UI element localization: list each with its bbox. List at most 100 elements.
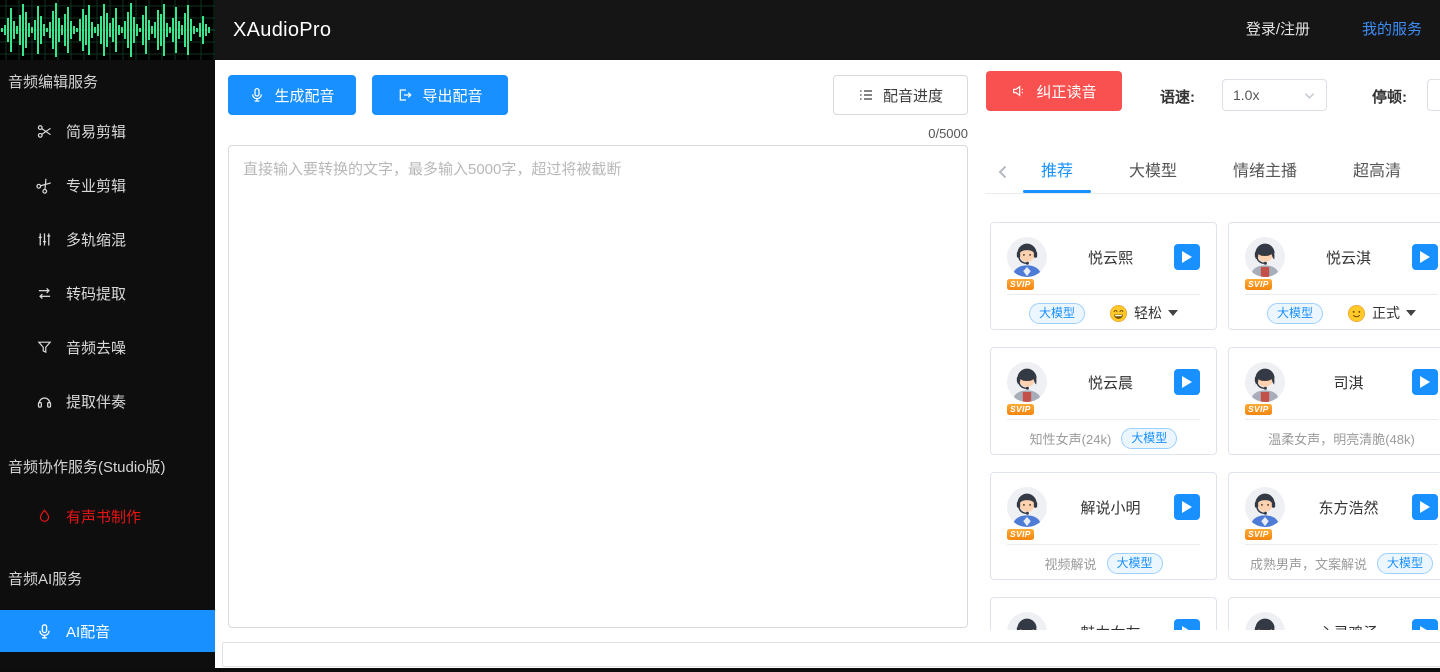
sidebar: 音频编辑服务 简易剪辑 专业剪辑 多轨缩混 转码提取 音频去噪 提取伴奏 音频协作服务(Stu… [0,60,215,672]
card-divider [1245,294,1438,295]
card-divider [1245,419,1438,420]
sidebar-item-simple-cut[interactable]: 简易剪辑 [0,104,215,158]
sidebar-item-label: 多轨缩混 [66,231,127,249]
login-register-link[interactable]: 登录/注册 [1246,0,1310,60]
emotion-select[interactable]: 正式 [1347,303,1416,323]
my-services-link[interactable]: 我的服务 [1362,0,1422,60]
dubbing-progress-button[interactable]: 配音进度 [833,75,968,115]
export-dubbing-button[interactable]: 导出配音 [372,75,508,115]
sidebar-item-ai-dubbing[interactable]: AI配音 [0,610,215,652]
avatar [1007,237,1047,277]
avatar [1245,362,1285,402]
voice-card-jieshuo-xiaoming[interactable]: 解说小明 SVIP 视频解说 大模型 [990,472,1217,580]
speaker-icon [1011,83,1027,99]
generate-dubbing-label: 生成配音 [274,87,335,105]
avatar [1007,487,1047,527]
bottom-bar [222,642,1440,667]
avatar [1245,612,1285,630]
sidebar-item-audiobook[interactable]: 有声书制作 [0,489,215,543]
voice-tab-ultra-hd[interactable]: 超高清 [1335,151,1419,192]
voice-tabs: 推荐 大模型 情绪主播 超高清 [985,150,1440,194]
voice-tab-large-model[interactable]: 大模型 [1111,151,1195,192]
sidebar-item-label: AI配音 [66,623,111,641]
caret-down-icon [1405,310,1416,316]
voice-name: 东方浩然 [1318,499,1379,517]
emotion-label: 轻松 [1133,305,1162,321]
voice-desc: 温柔女声，明亮清脆(48k) [1268,431,1415,447]
card-divider [1007,544,1200,545]
play-button[interactable] [1174,619,1200,630]
top-bar: XAudioPro 登录/注册 我的服务 [0,0,1440,60]
microphone-icon [249,87,265,103]
pause-select[interactable] [1427,79,1440,111]
chevron-left-icon[interactable] [993,162,1013,182]
voice-tab-recommended[interactable]: 推荐 [1023,151,1092,193]
sidebar-section-header: 音频AI服务 [8,571,83,588]
tts-text-input[interactable] [228,145,968,628]
model-tag: 大模型 [1121,427,1178,449]
scissors-alt-icon [36,177,53,194]
sidebar-item-label: 有声书制作 [66,508,142,526]
voice-card-dongfang-haoran[interactable]: 东方浩然 SVIP 成熟男声，文案解说 大模型 [1228,472,1440,580]
sidebar-item-extract-accompaniment[interactable]: 提取伴奏 [0,374,215,428]
voice-name: 悦云熙 [1087,249,1133,267]
export-dubbing-label: 导出配音 [422,87,483,105]
play-button[interactable] [1412,494,1438,520]
voice-name: 心灵鸡汤 [1285,622,1412,631]
generate-dubbing-button[interactable]: 生成配音 [228,75,356,115]
main-content: 生成配音 导出配音 配音进度 纠正读音 语速: 1.0x 停顿: 0/5000 … [215,60,1440,672]
caret-down-icon [1167,310,1178,316]
svip-badge: SVIP [1007,279,1034,290]
correct-pronunciation-label: 纠正读音 [1036,83,1097,101]
voice-panel: 推荐 大模型 情绪主播 超高清 悦云熙 SVIP 大模型 轻松 悦云淇 SVIP 大模型 正式 悦云晨… [985,150,1440,630]
speed-value: 1.0x [1233,87,1260,103]
bottom-strip [0,668,1440,672]
sidebar-item-denoise[interactable]: 音频去噪 [0,320,215,374]
voice-card-grid: 悦云熙 SVIP 大模型 轻松 悦云淇 SVIP 大模型 正式 悦云晨 SVIP 知性女声(24k)… [985,222,1440,630]
funnel-icon [36,339,53,356]
correct-pronunciation-button[interactable]: 纠正读音 [986,71,1122,111]
voice-card-siqi[interactable]: 司淇 SVIP 温柔女声，明亮清脆(48k) [1228,347,1440,455]
sidebar-section: 音频AI服务 AI配音 [0,569,215,652]
play-button[interactable] [1174,369,1200,395]
sidebar-item-label: 转码提取 [66,285,127,303]
voice-card-yueyunxi[interactable]: 悦云熙 SVIP 大模型 轻松 [990,222,1217,330]
avatar [1007,612,1047,630]
play-button[interactable] [1412,369,1438,395]
play-button[interactable] [1412,244,1438,270]
export-icon [397,87,413,103]
sidebar-item-label: 专业剪辑 [66,177,127,195]
card-divider [1007,294,1200,295]
logo-waveform [0,0,215,60]
microphone-icon [36,623,53,640]
play-button[interactable] [1412,619,1438,630]
svip-badge: SVIP [1007,404,1034,415]
voice-name: 悦云晨 [1087,374,1133,392]
voice-card-xinling-jitang[interactable]: 心灵鸡汤SVIP [1228,597,1440,630]
play-button[interactable] [1174,244,1200,270]
char-counter: 0/5000 [928,126,968,141]
voice-name: 解说小明 [1080,499,1141,517]
headphones-icon [36,393,53,410]
model-tag: 大模型 [1028,302,1085,324]
speed-select[interactable]: 1.0x [1222,79,1327,111]
emotion-select[interactable]: 轻松 [1109,303,1178,323]
voice-card-yueyunchen[interactable]: 悦云晨 SVIP 知性女声(24k) 大模型 [990,347,1217,455]
smile-emoji [1347,304,1366,323]
sidebar-item-multitrack-mix[interactable]: 多轨缩混 [0,212,215,266]
model-tag: 大模型 [1106,552,1163,574]
voice-card-yueyunqi[interactable]: 悦云淇 SVIP 大模型 正式 [1228,222,1440,330]
avatar [1245,237,1285,277]
svip-badge: SVIP [1245,404,1272,415]
svip-badge: SVIP [1007,529,1034,540]
sidebar-item-pro-cut[interactable]: 专业剪辑 [0,158,215,212]
app-title: XAudioPro [233,19,332,41]
svip-badge: SVIP [1245,279,1272,290]
card-divider [1245,544,1438,545]
grin-emoji [1109,304,1128,323]
sidebar-item-transcode-extract[interactable]: 转码提取 [0,266,215,320]
voice-card-meili-nvyou[interactable]: 魅力女友SVIP [990,597,1217,630]
swap-icon [36,285,53,302]
voice-tab-emotion-host[interactable]: 情绪主播 [1215,151,1315,192]
play-button[interactable] [1174,494,1200,520]
